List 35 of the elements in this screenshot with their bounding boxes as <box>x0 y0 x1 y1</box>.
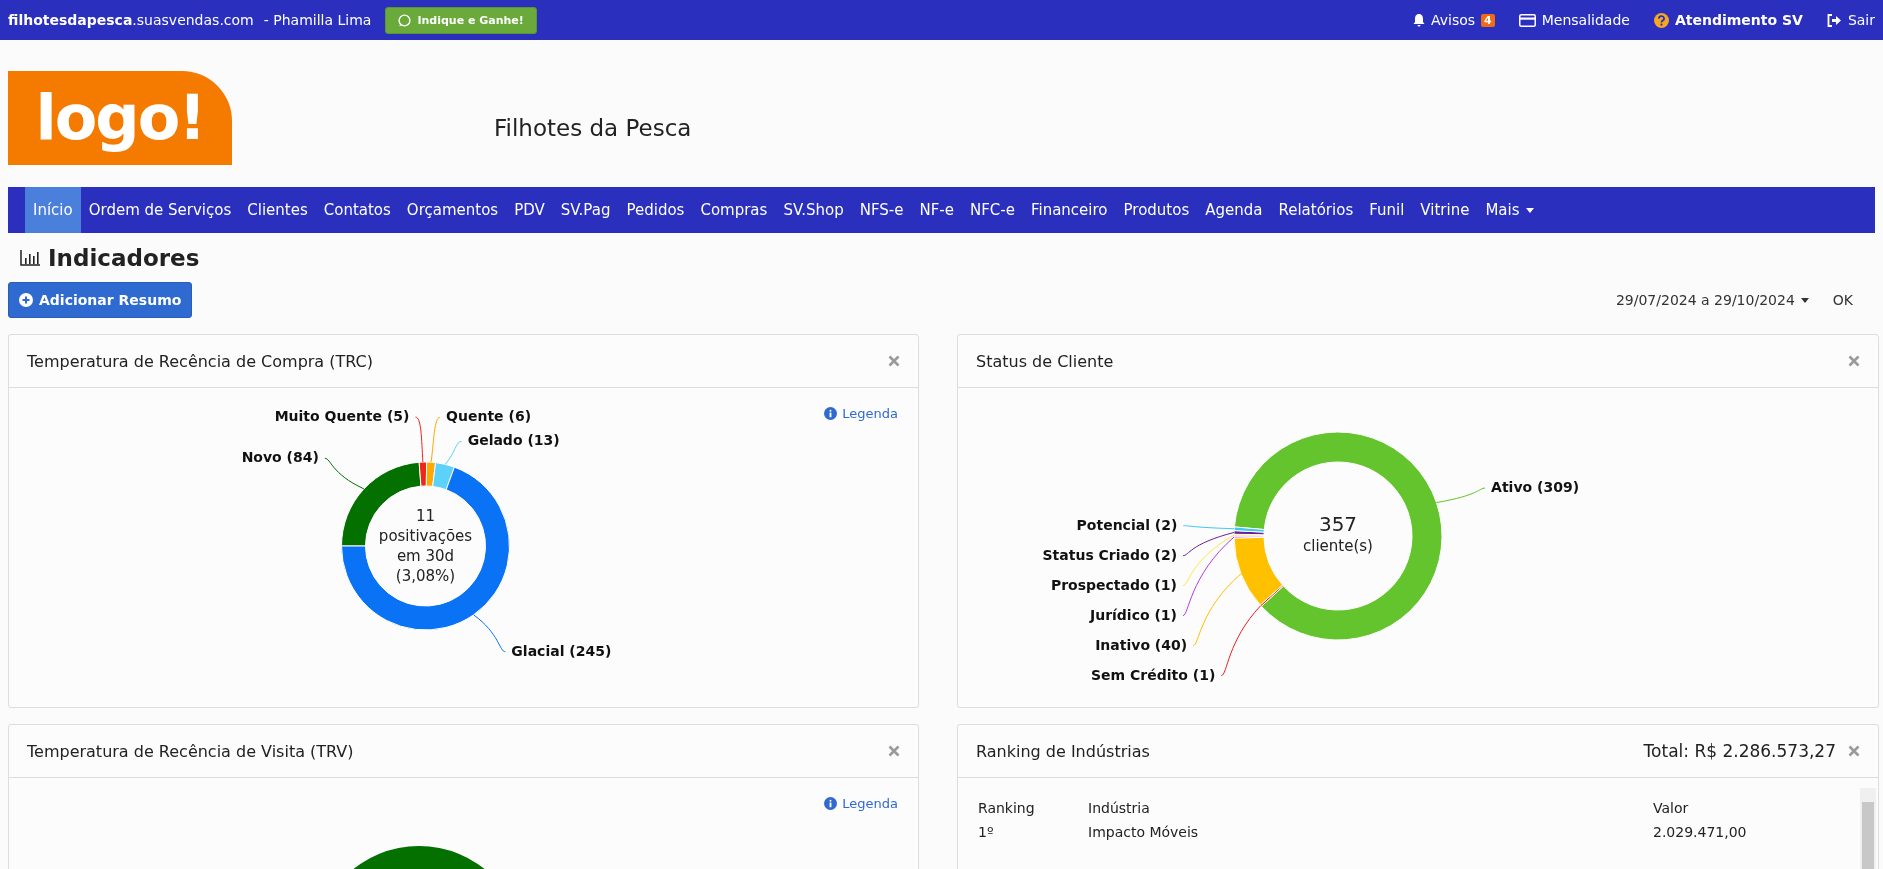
site-domain: filhotesdapesca.suasvendas.com <box>8 12 254 28</box>
donut-center-text: (3,08%) <box>395 567 456 585</box>
total-value: Total: R$ 2.286.573,27 <box>1643 741 1836 761</box>
notice-count: 4 <box>1481 13 1495 27</box>
donut-center-text: 357 <box>1318 512 1358 536</box>
slice-label: Quente (6) <box>446 408 532 425</box>
donut-center-text: cliente(s) <box>1303 537 1373 555</box>
card-title: Temperatura de Recência de Visita (TRV) <box>27 741 355 761</box>
slice-label: Gelado (13) <box>467 432 560 449</box>
column-header: Valor <box>1653 800 1690 816</box>
slice-label: Muito Quente (5) <box>274 408 410 425</box>
column-header: Ranking <box>978 800 1036 816</box>
table-cell-text: 2.029.471,00 <box>1653 824 1748 840</box>
slice-label: Status Criado (2) <box>1042 546 1178 563</box>
card-title: Status de Cliente <box>976 351 1115 371</box>
slice-label: Inativo (40) <box>1095 636 1188 653</box>
slice-label: Sem Crédito (1) <box>1091 666 1216 683</box>
table-cell-text: 1º <box>978 824 995 840</box>
card-title: Ranking de Indústrias <box>976 741 1151 761</box>
slice-label: Novo (84) <box>241 449 319 466</box>
user-name: - Phamilla Lima <box>263 12 372 28</box>
slice-label: Ativo (309) <box>1491 479 1580 496</box>
card-title: Temperatura de Recência de Compra (TRC) <box>27 351 374 371</box>
table-cell-text: Impacto Móveis <box>1088 824 1200 840</box>
donut-center-text: 11 <box>415 507 436 525</box>
column-header: Indústria <box>1088 800 1151 816</box>
slice-label: Potencial (2) <box>1076 516 1178 533</box>
slice-label: Glacial (245) <box>511 642 612 659</box>
slice-label: Jurídico (1) <box>1090 606 1177 623</box>
page-title: Indicadores <box>48 244 200 271</box>
logo: logo! <box>8 70 232 165</box>
slice-label: Prospectado (1) <box>1050 576 1177 593</box>
company-name: Filhotes da Pesca <box>494 114 692 141</box>
donut-center-text: em 30d <box>396 547 455 565</box>
donut-center-text: positivações <box>378 527 473 545</box>
